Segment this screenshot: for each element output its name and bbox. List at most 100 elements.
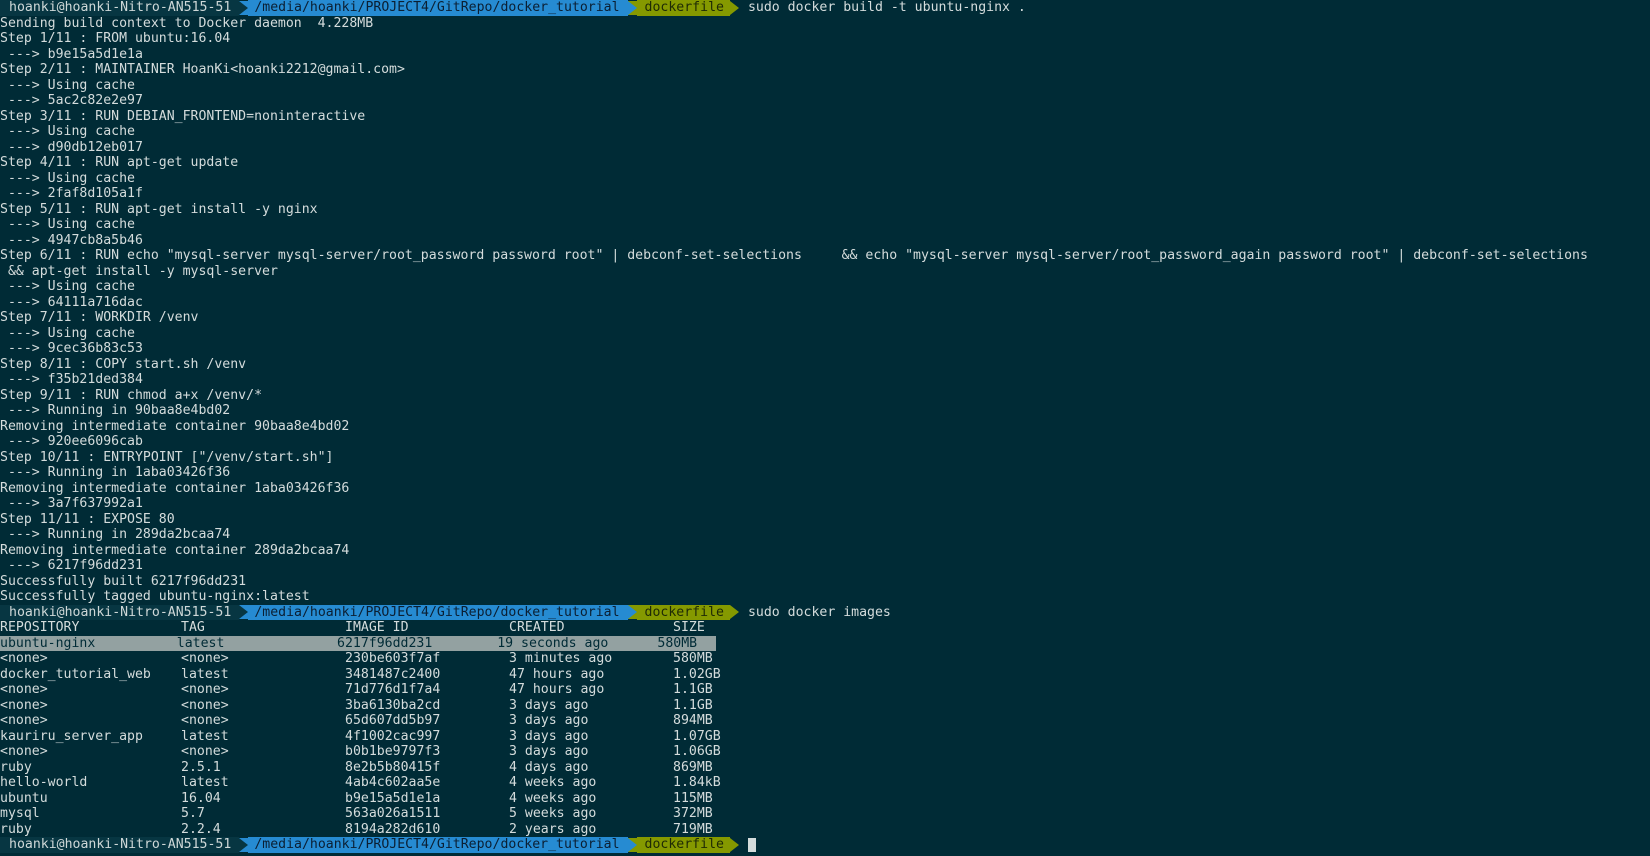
- prompt-user: hoanki@hoanki-Nitro-AN515-51: [0, 0, 240, 16]
- cell-repository: ubuntu: [0, 790, 48, 806]
- cell-created: 2 years ago: [509, 821, 597, 837]
- prompt-path: /media/hoanki/PROJECT4/GitRepo/docker_tu…: [248, 837, 628, 853]
- output-line: Step 6/11 : RUN echo "mysql-server mysql…: [0, 248, 1588, 263]
- cell-image-id: b0b1be9797f3: [345, 744, 441, 759]
- output-line: Removing intermediate container 289da2bc…: [0, 542, 350, 558]
- cell-size: 869MB: [673, 759, 713, 775]
- output-line: Removing intermediate container 90baa8e4…: [0, 418, 350, 434]
- output-line: ---> f35b21ded384: [0, 372, 143, 387]
- cell-tag: <none>: [181, 697, 229, 713]
- cell-image-id: 3481487c2400: [345, 666, 441, 682]
- cell-created: 47 hours ago: [509, 682, 605, 697]
- prompt-separator: [729, 0, 739, 15]
- output-line: ---> 64111a716dac: [0, 294, 143, 310]
- table-row[interactable]: ruby 2.5.1 8e2b5b80415f 4 days ago 869MB: [0, 760, 1650, 776]
- cell-repository: <none>: [0, 744, 48, 759]
- table-header-row: REPOSITORY TAG IMAGE ID CREATED SIZE: [0, 620, 1650, 636]
- table-row[interactable]: ubuntu 16.04 b9e15a5d1e1a 4 weeks ago 115MB: [0, 791, 1650, 807]
- cell-tag: latest: [176, 635, 225, 651]
- cell-repository: ubuntu-nginx: [0, 635, 96, 651]
- cell-image-id: 4f1002cac997: [345, 728, 441, 744]
- cell-tag: 2.5.1: [181, 759, 221, 775]
- cell-created: 4 weeks ago: [509, 790, 597, 806]
- table-row[interactable]: hello-world latest 4ab4c602aa5e 4 weeks ago…: [0, 775, 1650, 791]
- table-row[interactable]: docker_tutorial_web latest 3481487c2400 47 …: [0, 667, 1650, 683]
- text-cursor[interactable]: [747, 837, 756, 852]
- prompt-separator: [729, 605, 739, 620]
- output-line: && apt-get install -y mysql-server: [0, 263, 278, 279]
- terminal-window[interactable]: hoanki@hoanki-Nitro-AN515-51/media/hoank…: [0, 0, 1650, 856]
- output-line: ---> Using cache: [0, 217, 135, 232]
- cell-size: 1.02GB: [673, 666, 721, 682]
- branch-name: dockerfile: [644, 0, 724, 15]
- cell-tag: latest: [181, 775, 229, 790]
- output-line: Step 7/11 : WORKDIR /venv: [0, 310, 199, 325]
- output-line: ---> d90db12eb017: [0, 139, 143, 155]
- table-row[interactable]: kauriru_server_app latest 4f1002cac997 3 da…: [0, 729, 1650, 745]
- prompt-separator: [627, 605, 637, 620]
- cell-created: 3 days ago: [509, 728, 589, 744]
- cell-image-id: 8194a282d610: [345, 821, 441, 837]
- cell-repository: <none>: [0, 713, 48, 728]
- output-line: Successfully tagged ubuntu-nginx:latest: [0, 589, 310, 604]
- cell-created: 47 hours ago: [509, 666, 605, 682]
- cell-image-id: 4ab4c602aa5e: [345, 775, 441, 790]
- cell-created: 19 seconds ago: [497, 635, 609, 651]
- cell-size: 894MB: [673, 713, 713, 728]
- cell-created: 3 days ago: [509, 697, 589, 713]
- output-line: ---> 9cec36b83c53: [0, 341, 143, 356]
- output-line: ---> Running in 1aba03426f36: [0, 465, 231, 480]
- table-row[interactable]: <none> <none> 65d607dd5b97 3 days ago 894MB: [0, 713, 1650, 729]
- cell-repository: hello-world: [0, 775, 88, 790]
- prompt-separator: [729, 837, 739, 852]
- cell-image-id: b9e15a5d1e1a: [345, 790, 441, 806]
- table-row[interactable]: <none> <none> b0b1be9797f3 3 days ago 1.06GB: [0, 744, 1650, 760]
- table-row[interactable]: <none> <none> 71d776d1f7a4 47 hours ago 1.1G…: [0, 682, 1650, 698]
- table-body: ubuntu-nginx latest 6217f96dd231 19 seconds…: [0, 635, 1650, 838]
- cell-repository: <none>: [0, 697, 48, 713]
- table-row[interactable]: ruby 2.2.4 8194a282d610 2 years ago 719MB: [0, 822, 1650, 838]
- cell-tag: latest: [181, 666, 229, 682]
- prompt-git-branch: dockerfile: [636, 0, 730, 16]
- cell-size: 1.1GB: [673, 682, 713, 697]
- cell-created: 4 days ago: [509, 759, 589, 775]
- header-size: SIZE: [673, 620, 705, 635]
- output-line: Step 10/11 : ENTRYPOINT ["/venv/start.sh…: [0, 449, 334, 465]
- output-line: ---> Running in 289da2bcaa74: [0, 527, 231, 542]
- output-line: Successfully built 6217f96dd231: [0, 573, 247, 589]
- table-row[interactable]: <none> <none> 3ba6130ba2cd 3 days ago 1.1GB: [0, 698, 1650, 714]
- output-line: ---> 3a7f637992a1: [0, 496, 143, 511]
- output-line: ---> Using cache: [0, 170, 135, 186]
- shell-prompt-1: hoanki@hoanki-Nitro-AN515-51/media/hoank…: [0, 0, 1650, 16]
- output-line: ---> Running in 90baa8e4bd02: [0, 403, 231, 418]
- cell-tag: <none>: [181, 651, 229, 666]
- header-repository: REPOSITORY: [0, 620, 80, 635]
- output-line: ---> Using cache: [0, 279, 135, 294]
- docker-images-table: REPOSITORY TAG IMAGE ID CREATED SIZE ubu…: [0, 620, 1650, 837]
- cell-image-id: 71d776d1f7a4: [345, 682, 441, 697]
- cell-size: 1.1GB: [673, 697, 713, 713]
- cell-tag: 16.04: [181, 790, 221, 806]
- build-output: Sending build context to Docker daemon 4…: [0, 16, 1650, 605]
- table-row[interactable]: <none> <none> 230be603f7af 3 minutes ago 580…: [0, 651, 1650, 667]
- cell-size: 1.84kB: [673, 775, 721, 790]
- cell-image-id: 6217f96dd231: [337, 635, 433, 651]
- cell-created: 3 days ago: [509, 713, 589, 728]
- prompt-git-branch: dockerfile: [636, 837, 730, 853]
- table-row[interactable]: ubuntu-nginx latest 6217f96dd231 19 seconds…: [0, 635, 716, 651]
- table-row[interactable]: mysql 5.7 563a026a1511 5 weeks ago 372MB: [0, 806, 1650, 822]
- prompt-git-branch: dockerfile: [636, 604, 730, 620]
- output-line: ---> b9e15a5d1e1a: [0, 46, 143, 62]
- cell-size: 372MB: [673, 806, 713, 821]
- prompt-separator: [627, 0, 637, 15]
- cell-size: 115MB: [673, 790, 713, 806]
- header-created: CREATED: [509, 620, 565, 635]
- shell-prompt-3[interactable]: hoanki@hoanki-Nitro-AN515-51/media/hoank…: [0, 837, 1650, 853]
- cell-repository: <none>: [0, 682, 48, 697]
- prompt-separator: [239, 605, 249, 620]
- prompt-path: /media/hoanki/PROJECT4/GitRepo/docker_tu…: [248, 604, 628, 620]
- cell-size: 580MB: [673, 651, 713, 666]
- output-line: Step 5/11 : RUN apt-get install -y nginx: [0, 201, 318, 217]
- output-line: Step 3/11 : RUN DEBIAN_FRONTEND=noninter…: [0, 108, 366, 124]
- cell-tag: <none>: [181, 713, 229, 728]
